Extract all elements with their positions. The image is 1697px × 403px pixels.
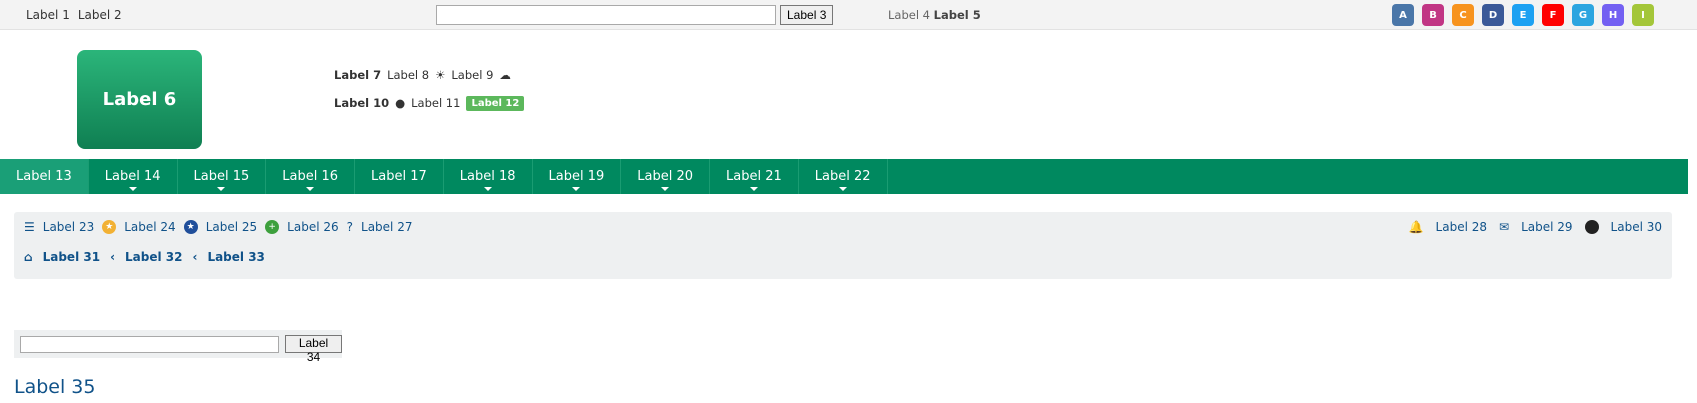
- weather-row: Label 7 Label 8 ☀ Label 9 ☁: [334, 64, 524, 86]
- nav-item-1[interactable]: Label 13: [0, 159, 89, 194]
- caret-down-icon: [838, 187, 847, 191]
- top-search-input[interactable]: [436, 5, 776, 25]
- breadcrumb-item-3[interactable]: Label 33: [207, 250, 264, 264]
- breadcrumb-separator-icon: ‹: [110, 250, 116, 264]
- award-icon: ★: [102, 220, 117, 234]
- breadcrumb: ⌂ Label 31 ‹ Label 32 ‹ Label 33: [24, 250, 265, 264]
- caret-down-icon: [306, 187, 315, 191]
- home-icon: ⌂: [24, 250, 33, 264]
- envelope-icon: ✉: [1499, 220, 1510, 234]
- social-icon-3[interactable]: C: [1452, 4, 1474, 26]
- user-links: 🔔 Label 28 ✉ Label 29 Label 30: [1409, 220, 1662, 234]
- social-icon-2[interactable]: B: [1422, 4, 1444, 26]
- today-text: Label 8: [387, 68, 430, 82]
- quick-link-5[interactable]: Label 27: [361, 220, 412, 234]
- nav-item-10[interactable]: Label 22: [799, 159, 888, 194]
- user-link-2[interactable]: Label 29: [1521, 220, 1572, 234]
- avatar[interactable]: [1584, 220, 1599, 234]
- nav-item-label: Label 21: [726, 169, 782, 184]
- top-search: Label 3: [436, 5, 834, 25]
- traffic-badge: Label 12: [466, 95, 525, 111]
- social-icon-4[interactable]: D: [1482, 4, 1504, 26]
- top-left: Label 1 Label 2: [26, 4, 122, 26]
- forum-panel: ☰ Label 23 ★ Label 24 ★ Label 25 + Label…: [14, 212, 1672, 279]
- left-label[interactable]: Label 1: [26, 8, 70, 22]
- user-link-3[interactable]: Label 30: [1611, 220, 1662, 234]
- social-icon-5[interactable]: E: [1512, 4, 1534, 26]
- nav-item-5[interactable]: Label 17: [355, 159, 444, 194]
- nav-item-label: Label 13: [16, 169, 72, 184]
- nav-item-label: Label 22: [814, 169, 871, 184]
- header-info: Label 7 Label 8 ☀ Label 9 ☁ Label 10 ● L…: [334, 64, 525, 120]
- main-nav: Label 13 Label 14 Label 15 Label 16 Labe…: [0, 159, 1688, 194]
- social-icon-8[interactable]: H: [1602, 4, 1624, 26]
- date-text: Label 4: [888, 8, 930, 22]
- bell-icon: 🔔: [1408, 220, 1424, 234]
- social-icon-9[interactable]: I: [1632, 4, 1654, 26]
- traffic-score: Label 11: [411, 96, 461, 110]
- nav-item-3[interactable]: Label 15: [178, 159, 267, 194]
- nav-item-label: Label 16: [282, 169, 338, 184]
- menu-icon: ☰: [24, 220, 35, 234]
- caret-down-icon: [661, 187, 670, 191]
- breadcrumb-item-1[interactable]: Label 31: [43, 250, 100, 264]
- page-title: Label 35: [14, 376, 96, 398]
- social-icon-6[interactable]: F: [1542, 4, 1564, 26]
- traffic-icon: ●: [395, 96, 406, 110]
- nav-item-4[interactable]: Label 16: [266, 159, 355, 194]
- quick-link-1[interactable]: Label 23: [43, 220, 94, 234]
- caret-down-icon: [128, 187, 137, 191]
- top-search-button[interactable]: Label 3: [780, 5, 834, 25]
- nav-item-label: Label 15: [193, 169, 250, 184]
- cloud-icon: ☁: [499, 68, 511, 82]
- caret-down-icon: [483, 187, 492, 191]
- forum-search-button[interactable]: Label 34: [285, 335, 342, 364]
- nav-item-6[interactable]: Label 18: [444, 159, 533, 194]
- breadcrumb-item-2[interactable]: Label 32: [125, 250, 182, 264]
- quick-link-2[interactable]: Label 24: [124, 220, 175, 234]
- logo-text: Label 6: [102, 89, 177, 110]
- nav-item-label: Label 19: [548, 169, 605, 184]
- forum-search-input[interactable]: [20, 335, 279, 353]
- social-icon-7[interactable]: G: [1572, 4, 1594, 26]
- caret-down-icon: [217, 187, 226, 191]
- traffic-label: Label 10: [334, 96, 390, 110]
- nav-item-8[interactable]: Label 20: [621, 159, 710, 194]
- user-link-1[interactable]: Label 28: [1436, 220, 1487, 234]
- site-logo[interactable]: Label 6: [77, 50, 202, 149]
- nav-item-2[interactable]: Label 14: [89, 159, 178, 194]
- thumb-icon: +: [265, 220, 280, 234]
- nav-item-label: Label 18: [459, 169, 516, 184]
- top-bar: Label 1 Label 2 Label 3 Label 4 Label 5 …: [0, 0, 1697, 30]
- quick-links: ☰ Label 23 ★ Label 24 ★ Label 25 + Label…: [24, 220, 412, 234]
- tomorrow-text: Label 9: [451, 68, 494, 82]
- traffic-row: Label 10 ● Label 11 Label 12: [334, 92, 525, 114]
- nav-item-label: Label 20: [637, 169, 693, 184]
- quick-link-3[interactable]: Label 25: [206, 220, 257, 234]
- caret-down-icon: [572, 187, 581, 191]
- weather-label: Label 7: [334, 68, 382, 82]
- caret-down-icon: [749, 187, 758, 191]
- social-icons: A B C D E F G H I: [1392, 4, 1654, 26]
- date-time: Label 4 Label 5: [888, 8, 981, 22]
- nav-item-label: Label 14: [104, 169, 161, 184]
- time-text: Label 5: [933, 8, 981, 22]
- star-icon: ★: [183, 220, 198, 234]
- social-icon-1[interactable]: A: [1392, 4, 1414, 26]
- help-icon: ?: [346, 220, 354, 234]
- nav-item-9[interactable]: Label 21: [710, 159, 799, 194]
- forum-search: Label 34: [14, 330, 342, 364]
- nav-item-label: Label 17: [371, 169, 427, 184]
- nav-item-7[interactable]: Label 19: [533, 159, 622, 194]
- sun-icon: ☀: [435, 68, 446, 82]
- garage-link[interactable]: Label 2: [78, 8, 122, 22]
- breadcrumb-separator-icon: ‹: [192, 250, 198, 264]
- quick-link-4[interactable]: Label 26: [287, 220, 338, 234]
